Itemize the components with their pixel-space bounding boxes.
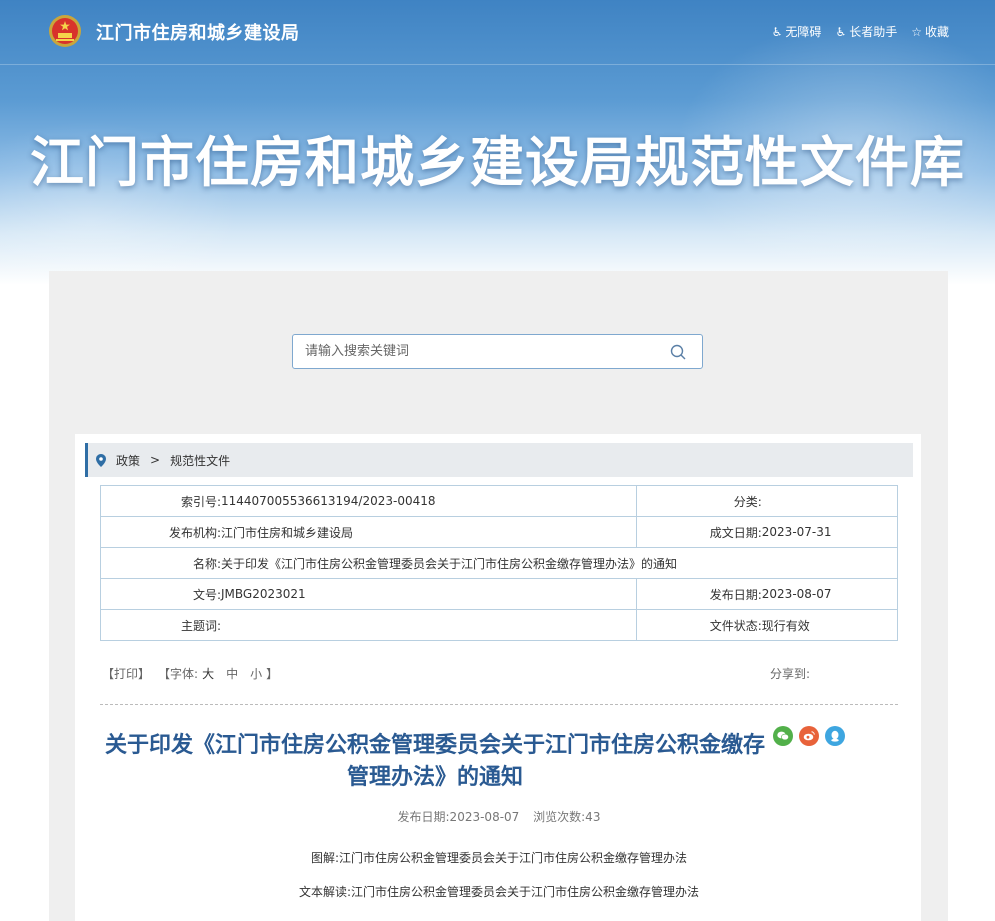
breadcrumb-item-policy[interactable]: 政策 xyxy=(116,452,140,469)
site-name[interactable]: 江门市住房和城乡建设局 xyxy=(96,19,300,45)
qq-icon[interactable] xyxy=(825,726,845,746)
top-bar: 江门市住房和城乡建设局 ♿ 无障碍 ♿ 长者助手 ☆ 收藏 xyxy=(0,0,995,65)
article-tools: 【打印】 【字体: 大 中 小 】 xyxy=(102,665,278,682)
accessibility-icon: ♿ xyxy=(771,24,783,39)
font-size-close: 】 xyxy=(266,667,279,681)
accessibility-button[interactable]: ♿ 无障碍 xyxy=(772,23,822,40)
chevron-right-icon: > xyxy=(150,453,161,467)
article-view-count: 浏览次数:43 xyxy=(533,810,601,824)
national-emblem-icon xyxy=(49,15,81,47)
search-icon[interactable] xyxy=(670,344,686,360)
favorite-label: 收藏 xyxy=(924,25,949,39)
subject-label: 主题词: xyxy=(100,609,221,641)
font-medium-button[interactable]: 中 xyxy=(226,665,238,682)
elder-helper-button[interactable]: ♿ 长者助手 xyxy=(835,23,897,40)
table-row: 文号: JMBG2023021 发布日期: 2023-08-07 xyxy=(100,578,898,610)
location-pin-icon xyxy=(96,453,106,467)
share-icons xyxy=(773,726,845,746)
index-value: 114407005536613194/2023-00418 xyxy=(221,485,637,517)
name-label: 名称: xyxy=(100,547,221,579)
doc-number-label: 文号: xyxy=(100,578,221,610)
header-banner: 江门市住房和城乡建设局 ♿ 无障碍 ♿ 长者助手 ☆ 收藏 江门市住房和城乡建设… xyxy=(0,0,995,285)
written-date-value: 2023-07-31 xyxy=(761,516,898,548)
font-size-label: 【字体: xyxy=(158,667,199,681)
name-value: 关于印发《江门市住房公积金管理委员会关于江门市住房公积金缴存管理办法》的通知 xyxy=(221,547,898,579)
print-button[interactable]: 【打印】 xyxy=(102,665,150,682)
publisher-value: 江门市住房和城乡建设局 xyxy=(221,516,637,548)
breadcrumb: 政策 > 规范性文件 xyxy=(85,443,913,477)
category-label: 分类: xyxy=(635,485,762,517)
article-meta: 发布日期:2023-08-07 浏览次数:43 xyxy=(100,808,898,825)
text-interpretation-link[interactable]: 文本解读:江门市住房公积金管理委员会关于江门市住房公积金缴存管理办法 xyxy=(100,883,898,900)
share-label: 分享到: xyxy=(770,667,811,681)
weibo-icon[interactable] xyxy=(799,726,819,746)
status-value: 现行有效 xyxy=(761,609,898,641)
table-row: 名称: 关于印发《江门市住房公积金管理委员会关于江门市住房公积金缴存管理办法》的… xyxy=(100,547,898,579)
doc-number-value: JMBG2023021 xyxy=(221,578,637,610)
search-box xyxy=(292,334,703,369)
elder-helper-label: 长者助手 xyxy=(849,25,898,39)
divider xyxy=(100,704,898,705)
document-info-table: 索引号: 114407005536613194/2023-00418 分类: 发… xyxy=(100,485,898,641)
favorite-button[interactable]: ☆ 收藏 xyxy=(911,23,949,40)
table-row: 发布机构: 江门市住房和城乡建设局 成文日期: 2023-07-31 xyxy=(100,516,898,548)
publisher-label: 发布机构: xyxy=(100,516,221,548)
written-date-label: 成文日期: xyxy=(635,516,762,548)
accessibility-label: 无障碍 xyxy=(785,25,822,39)
graphic-interpretation-link[interactable]: 图解:江门市住房公积金管理委员会关于江门市住房公积金缴存管理办法 xyxy=(100,849,898,866)
index-label: 索引号: xyxy=(100,485,221,517)
breadcrumb-item-normative-docs[interactable]: 规范性文件 xyxy=(170,452,230,469)
table-row: 索引号: 114407005536613194/2023-00418 分类: xyxy=(100,485,898,517)
header-tools: ♿ 无障碍 ♿ 长者助手 ☆ 收藏 xyxy=(772,23,949,40)
font-large-button[interactable]: 大 xyxy=(202,665,214,682)
banner-title: 江门市住房和城乡建设局规范性文件库 xyxy=(30,131,965,194)
status-label: 文件状态: xyxy=(635,609,762,641)
article-title: 关于印发《江门市住房公积金管理委员会关于江门市住房公积金缴存管理办法》的通知 xyxy=(104,733,765,790)
publish-date-label: 发布日期: xyxy=(635,578,762,610)
publish-date-value: 2023-08-07 xyxy=(761,578,898,610)
category-value xyxy=(761,485,898,517)
table-row: 主题词: 文件状态: 现行有效 xyxy=(100,609,898,641)
wechat-icon[interactable] xyxy=(773,726,793,746)
star-icon: ☆ xyxy=(911,24,922,39)
article-publish-date: 发布日期:2023-08-07 xyxy=(397,810,520,824)
font-small-button[interactable]: 小 xyxy=(250,665,262,682)
subject-value xyxy=(221,609,637,641)
search-input[interactable] xyxy=(293,335,665,368)
elder-helper-icon: ♿ xyxy=(835,24,847,39)
